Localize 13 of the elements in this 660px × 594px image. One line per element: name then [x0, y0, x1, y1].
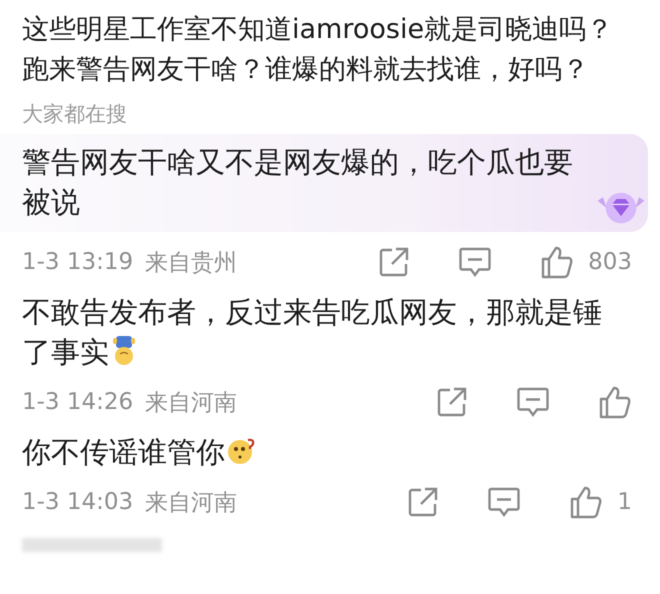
comment-time: 1-3 14:03 [22, 489, 134, 515]
comment-time: 1-3 13:19 [22, 249, 134, 275]
comment-time: 1-3 14:26 [22, 389, 134, 415]
comment-text: 不敢告发布者，反过来告吃瓜网友，那就是锤了事实 [21, 294, 603, 371]
like-count: 1 [617, 489, 632, 515]
comment-location: 来自河南 [145, 488, 238, 518]
post-text: 这些明星工作室不知道iamroosie就是司晓迪吗？跑来警告网友干啥？谁爆的料就去找谁，好吗？ [21, 13, 614, 87]
hot-search-label: 大家都在搜 [22, 101, 128, 128]
comment-text: 你不传谣谁管你 [0, 432, 660, 472]
comment-location: 来自贵州 [145, 248, 238, 278]
like-count: 803 [588, 249, 632, 275]
hot-search-card[interactable]: 警告网友干啥又不是网友爆的，吃个瓜也要被说 [0, 134, 648, 232]
comment-location: 来自河南 [145, 388, 238, 418]
